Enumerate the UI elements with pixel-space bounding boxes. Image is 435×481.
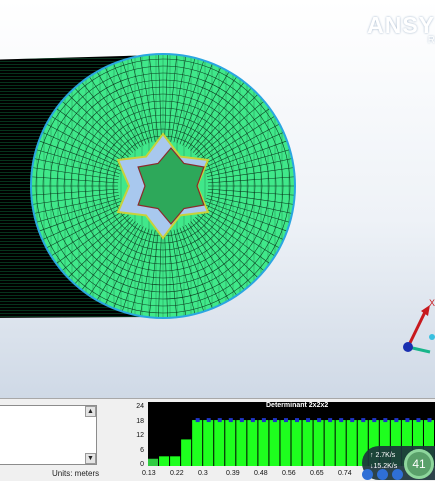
histogram-bar-marker (261, 418, 266, 423)
histogram-bar (181, 439, 192, 466)
histogram-bar-marker (339, 418, 344, 423)
histogram-bar-marker (239, 418, 244, 423)
tray-app-icon[interactable] (392, 469, 403, 480)
ansys-logo: ANSY (367, 12, 435, 38)
x-tick-label: 0.48 (254, 470, 268, 477)
histogram-bar-marker (405, 418, 410, 423)
histogram-bar-marker (295, 418, 300, 423)
histogram-bar-marker (306, 418, 311, 423)
y-tick-label: 12 (136, 432, 144, 439)
cpu-gauge[interactable]: 41 (404, 449, 434, 479)
histogram-bar (247, 420, 258, 466)
histogram-bar (148, 458, 159, 466)
histogram-bar (324, 420, 335, 466)
units-label: Units: meters (52, 469, 100, 478)
x-tick-label: 0.39 (226, 470, 240, 477)
histogram-bar (258, 420, 269, 466)
histogram-bar-marker (372, 418, 377, 423)
coordinate-triad: X (403, 298, 435, 354)
histogram-bar (192, 420, 203, 466)
scroll-down-arrow-icon[interactable]: ▼ (85, 453, 96, 464)
histogram-bar (159, 456, 170, 466)
histogram-bar (302, 420, 313, 466)
y-tick-label: 0 (140, 461, 144, 468)
y-tick-label: 24 (136, 403, 144, 410)
histogram-bar-marker (394, 418, 399, 423)
x-tick-label: 0.74 (338, 470, 352, 477)
histogram-bar (214, 420, 225, 466)
release-label: R (427, 35, 435, 46)
x-tick-label: 0.13 (142, 470, 156, 477)
histogram-bar (291, 420, 302, 466)
histogram-bar (346, 420, 357, 466)
graphics-viewport[interactable]: X ANSY R (0, 0, 435, 398)
histogram-bar-marker (383, 418, 388, 423)
upload-speed: ↑ 2.7K/s (370, 452, 396, 459)
histogram-bar (236, 420, 247, 466)
histogram-bar (313, 420, 324, 466)
histogram-bar (335, 420, 346, 466)
histogram-bar (269, 420, 280, 466)
histogram-bar-marker (206, 418, 211, 423)
tray-user-icon[interactable] (362, 469, 373, 480)
histogram-bar-marker (228, 418, 233, 423)
histogram-bar-marker (217, 418, 222, 423)
histogram-bar-marker (361, 418, 366, 423)
histogram-bar (170, 456, 181, 466)
histogram-bar (203, 420, 214, 466)
histogram-bar-marker (427, 418, 432, 423)
histogram-bar-marker (195, 418, 200, 423)
y-tick-label: 18 (136, 417, 144, 425)
x-tick-label: 0.22 (170, 470, 184, 477)
messages-pane[interactable]: ▲ ▼ (0, 405, 97, 465)
histogram-bar-marker (283, 418, 288, 423)
histogram-bar-marker (250, 418, 255, 423)
scroll-up-arrow-icon[interactable]: ▲ (85, 406, 96, 417)
histogram-title: Determinant 2x2x2 (266, 402, 329, 409)
triad-x-label: X (429, 298, 435, 308)
histogram-bar-marker (416, 418, 421, 423)
histogram-bar-marker (272, 418, 277, 423)
histogram-bar-marker (350, 418, 355, 423)
histogram-bar-marker (328, 418, 333, 423)
x-tick-label: 0.3 (198, 470, 208, 477)
histogram-bar (225, 420, 236, 466)
x-tick-label: 0.56 (282, 470, 296, 477)
tray-add-icon[interactable] (377, 469, 388, 480)
mesh-view: X (0, 53, 435, 354)
histogram-bar (280, 420, 291, 466)
histogram-bar-marker (317, 418, 322, 423)
y-tick-label: 6 (140, 446, 144, 454)
x-tick-label: 0.65 (310, 470, 324, 477)
